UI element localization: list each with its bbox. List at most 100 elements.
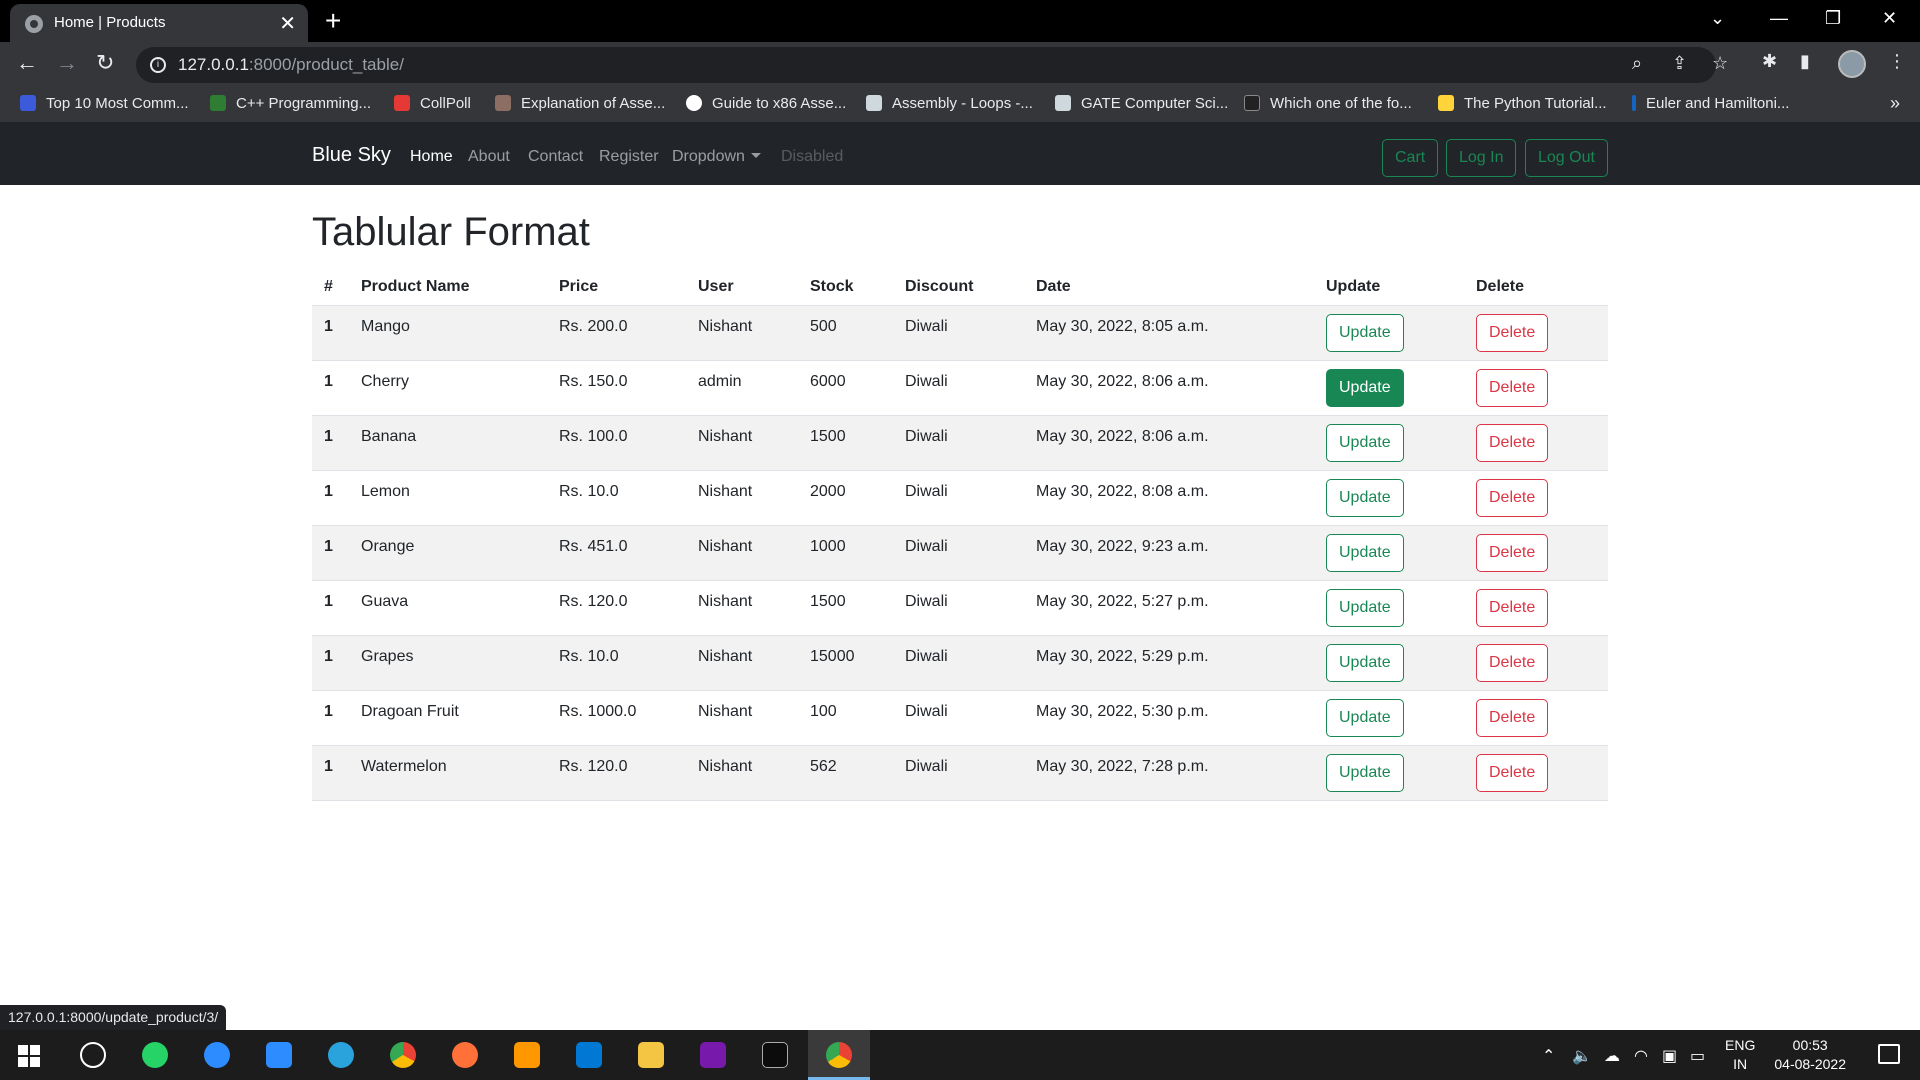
row-number: 1 — [312, 690, 349, 746]
profile-avatar[interactable] — [1838, 50, 1866, 78]
reload-icon[interactable]: ↻ — [96, 50, 114, 76]
bookmark-item[interactable]: Assembly - Loops -... — [866, 95, 1033, 112]
volume-icon[interactable]: 🔈 — [1572, 1046, 1592, 1066]
delete-button[interactable]: Delete — [1476, 588, 1549, 627]
sublime-text-icon[interactable] — [514, 1042, 540, 1068]
notification-center-icon[interactable] — [1878, 1044, 1900, 1064]
menu-dots-icon[interactable]: ⋮ — [1888, 51, 1906, 72]
file-explorer-icon[interactable] — [638, 1042, 664, 1068]
telegram-icon[interactable] — [328, 1042, 354, 1068]
update-button[interactable]: Update — [1326, 478, 1404, 517]
new-tab-icon[interactable]: + — [325, 6, 341, 36]
navbar-brand[interactable]: Blue Sky — [312, 144, 391, 167]
update-button[interactable]: Update — [1326, 643, 1404, 682]
bookmark-item[interactable]: Top 10 Most Comm... — [20, 95, 189, 112]
zoom-icon[interactable]: ⌕ — [1632, 53, 1642, 74]
product-price: Rs. 100.0 — [547, 415, 686, 471]
product-date: May 30, 2022, 5:30 p.m. — [1024, 690, 1314, 746]
close-window-icon[interactable]: ✕ — [1882, 8, 1897, 29]
clock-date: 04-08-2022 — [1774, 1056, 1846, 1072]
update-button[interactable]: Update — [1326, 423, 1404, 462]
delete-button[interactable]: Delete — [1476, 753, 1549, 792]
onenote-icon[interactable] — [700, 1042, 726, 1068]
bookmark-item[interactable]: Explanation of Asse... — [495, 95, 665, 112]
site-info-icon[interactable]: i — [150, 57, 166, 73]
extensions-icon[interactable]: ✱ — [1762, 51, 1777, 72]
bookmark-item[interactable]: Which one of the fo... — [1244, 95, 1412, 112]
bookmark-item[interactable]: C++ Programming... — [210, 95, 371, 112]
nav-dropdown[interactable]: Dropdown — [672, 148, 761, 166]
delete-button[interactable]: Delete — [1476, 313, 1549, 352]
nav-dropdown-label: Dropdown — [672, 148, 745, 165]
delete-button[interactable]: Delete — [1476, 423, 1549, 462]
product-price: Rs. 120.0 — [547, 745, 686, 801]
update-button[interactable]: Update — [1326, 313, 1404, 352]
delete-button[interactable]: Delete — [1476, 478, 1549, 517]
restore-icon[interactable]: ❐ — [1825, 8, 1841, 29]
firefox-icon[interactable] — [452, 1042, 478, 1068]
mail-icon[interactable] — [576, 1042, 602, 1068]
product-user: Nishant — [686, 580, 798, 636]
product-discount: Diwali — [893, 415, 1024, 471]
chevron-up-icon[interactable]: ⌃ — [1542, 1046, 1555, 1066]
delete-button[interactable]: Delete — [1476, 643, 1549, 682]
tab-search-icon[interactable]: ⌄ — [1710, 8, 1725, 29]
delete-button[interactable]: Delete — [1476, 533, 1549, 572]
delete-button[interactable]: Delete — [1476, 698, 1549, 737]
update-button[interactable]: Update — [1326, 368, 1404, 407]
language-indicator[interactable]: ENG IN — [1725, 1036, 1755, 1074]
wifi-icon[interactable]: ◠ — [1634, 1046, 1648, 1066]
bookmark-item[interactable]: GATE Computer Sci... — [1055, 95, 1228, 112]
bookmark-item[interactable]: Euler and Hamiltoni... — [1632, 95, 1789, 112]
bookmark-star-icon[interactable]: ☆ — [1712, 53, 1728, 74]
windows-start-icon[interactable] — [18, 1045, 40, 1067]
table-row: 1 Orange Rs. 451.0 Nishant 1000 Diwali M… — [312, 525, 1608, 581]
dell-icon[interactable] — [80, 1042, 106, 1068]
bookmark-item[interactable]: The Python Tutorial... — [1438, 95, 1607, 112]
table-row: 1 Grapes Rs. 10.0 Nishant 15000 Diwali M… — [312, 635, 1608, 691]
minimize-icon[interactable]: — — [1770, 8, 1788, 29]
nav-link-home[interactable]: Home — [410, 148, 453, 166]
update-button[interactable]: Update — [1326, 533, 1404, 572]
product-name: Orange — [349, 525, 547, 581]
safari-icon[interactable] — [204, 1042, 230, 1068]
side-panel-icon[interactable]: ▮ — [1800, 51, 1810, 72]
system-clock[interactable]: 00:53 04-08-2022 — [1774, 1036, 1846, 1074]
whatsapp-icon[interactable] — [142, 1042, 168, 1068]
terminal-icon[interactable] — [762, 1042, 788, 1068]
login-button[interactable]: Log In — [1446, 139, 1517, 177]
url-input[interactable]: i 127.0.0.1:8000/product_table/ ⌕ ⇪ ☆ — [136, 47, 1728, 83]
bookmark-item[interactable]: CollPoll — [394, 95, 471, 112]
product-date: May 30, 2022, 8:05 a.m. — [1024, 305, 1314, 361]
meet-now-icon[interactable]: ▣ — [1662, 1046, 1677, 1066]
column-header: Date — [1024, 270, 1314, 306]
close-tab-icon[interactable]: ✕ — [279, 11, 296, 36]
zoom-app-icon[interactable] — [266, 1042, 292, 1068]
bookmark-item[interactable]: Guide to x86 Asse... — [686, 95, 846, 112]
product-date: May 30, 2022, 9:23 a.m. — [1024, 525, 1314, 581]
nav-link-about[interactable]: About — [468, 148, 510, 166]
bookmark-icon — [1632, 95, 1636, 111]
cart-button[interactable]: Cart — [1382, 139, 1439, 177]
update-button[interactable]: Update — [1326, 698, 1404, 737]
chrome-icon[interactable] — [390, 1042, 416, 1068]
product-discount: Diwali — [893, 470, 1024, 526]
update-button[interactable]: Update — [1326, 588, 1404, 627]
share-icon[interactable]: ⇪ — [1672, 53, 1687, 74]
delete-button[interactable]: Delete — [1476, 368, 1549, 407]
nav-link-register[interactable]: Register — [599, 148, 659, 166]
battery-icon[interactable]: ▭ — [1690, 1046, 1705, 1066]
product-stock: 15000 — [798, 635, 893, 691]
back-icon[interactable]: ← — [16, 50, 38, 76]
logout-button[interactable]: Log Out — [1525, 139, 1608, 177]
row-number: 1 — [312, 470, 349, 526]
update-button[interactable]: Update — [1326, 753, 1404, 792]
bookmark-icon — [866, 95, 882, 111]
forward-icon[interactable]: → — [56, 50, 78, 76]
more-bookmarks-icon[interactable]: » — [1890, 93, 1900, 114]
product-stock: 1500 — [798, 415, 893, 471]
nav-link-contact[interactable]: Contact — [528, 148, 583, 166]
cloud-icon[interactable]: ☁ — [1604, 1046, 1620, 1066]
chrome-active-icon[interactable] — [826, 1042, 852, 1068]
browser-tab[interactable]: Home | Products ✕ — [10, 4, 308, 42]
